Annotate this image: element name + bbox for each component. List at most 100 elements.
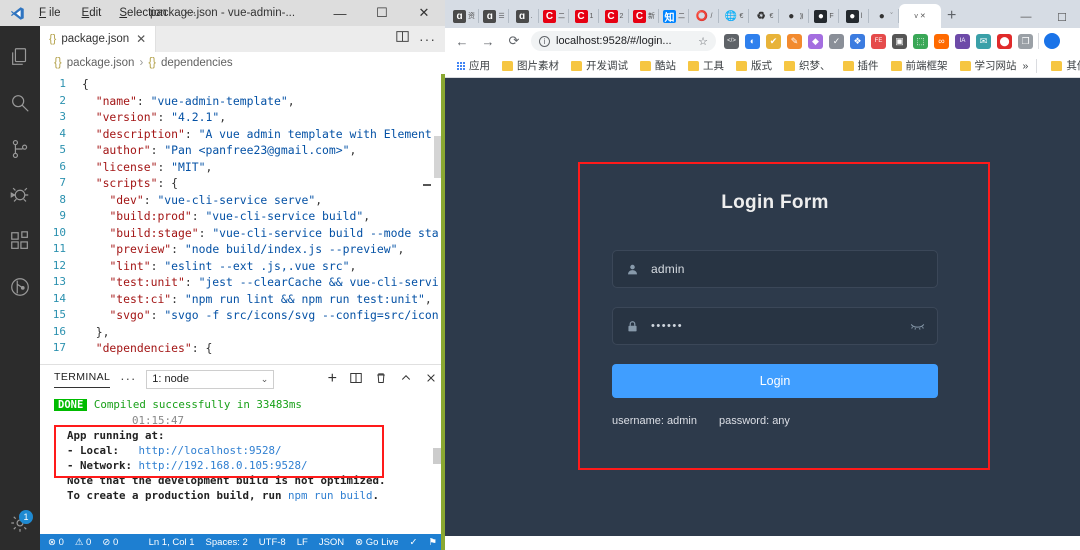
status-bell-icon[interactable]: ⚑ [428, 537, 437, 548]
breadcrumb-symbol[interactable]: dependencies [161, 57, 233, 69]
folder-bookmark[interactable]: 前端框架 [885, 58, 954, 73]
terminal-network-url[interactable]: http://192.168.0.105:9528/ [139, 459, 308, 472]
folder-bookmark[interactable]: 织梦、 [778, 58, 837, 73]
purple-extension-icon[interactable]: ◆ [808, 33, 823, 49]
folder-bookmark[interactable]: 插件 [837, 58, 885, 73]
breadcrumb-file[interactable]: package.json [67, 57, 135, 69]
maximize-panel-icon[interactable] [400, 372, 412, 387]
browser-tab[interactable]: ⭕ / [689, 4, 719, 28]
browser-tab[interactable]: 知二 [659, 4, 689, 28]
browser-tab[interactable]: C1 [569, 4, 599, 28]
editor-tab-package-json[interactable]: {} package.json ✕ [40, 26, 157, 52]
ia-extension-icon[interactable]: IA [955, 33, 970, 49]
browser-tab[interactable]: ɑ ☰ [479, 4, 509, 28]
code-editor[interactable]: 1{2 "name": "vue-admin-template", 3 "vers… [40, 74, 445, 364]
browser-tab[interactable]: ● l [839, 4, 869, 28]
other-bookmarks[interactable]: 其他 [1045, 58, 1080, 73]
browser-tab[interactable]: C二 [539, 4, 569, 28]
folder-bookmark[interactable]: 开发调试 [565, 58, 634, 73]
check-extension-icon[interactable]: ✓ [829, 33, 844, 49]
status-line-col[interactable]: Ln 1, Col 1 [149, 537, 195, 548]
status-warnings[interactable]: ⚠ 0 [75, 537, 91, 548]
orange-extension-icon[interactable]: ∞ [934, 33, 949, 49]
status-encoding[interactable]: UTF-8 [259, 537, 286, 548]
back-button[interactable]: ← [449, 29, 475, 53]
menu-selection[interactable]: Selection [116, 5, 169, 21]
maximize-button[interactable]: ☐ [361, 0, 403, 26]
terminal-output[interactable]: DONE Compiled successfully in 33483ms 01… [40, 393, 445, 534]
close-button[interactable]: ✕ [403, 0, 445, 26]
folder-bookmark[interactable]: 学习网站 [954, 58, 1023, 73]
terminal-selector[interactable]: 1: node ⌄ [146, 369, 275, 389]
menu-more[interactable]: ··· [182, 5, 200, 21]
checkmark-extension-icon[interactable]: ✔ [766, 33, 781, 49]
login-button[interactable]: Login [612, 364, 938, 398]
editor-more-actions-icon[interactable]: ··· [419, 32, 436, 46]
split-terminal-icon[interactable] [350, 372, 362, 387]
reload-button[interactable]: ⟳ [501, 29, 527, 53]
status-language[interactable]: JSON [319, 537, 344, 548]
folder-bookmark[interactable]: 工具 [682, 58, 730, 73]
apps-bookmark[interactable]: 应用 [451, 58, 496, 73]
green-extension-icon[interactable]: ⬚ [913, 33, 928, 49]
status-eol[interactable]: LF [297, 537, 308, 548]
menu-file[interactable]: File [36, 5, 67, 21]
eye-closed-icon[interactable] [910, 321, 925, 331]
globe-extension-icon[interactable]: ◐ [745, 33, 760, 49]
status-check[interactable]: ✓ [410, 537, 418, 548]
menu-edit[interactable]: Edit [79, 5, 105, 21]
close-icon[interactable]: ✕ [136, 32, 146, 46]
address-bar[interactable]: i localhost:9528/#/login... ☆ [531, 31, 716, 51]
devtools-extension-icon[interactable]: </> [724, 33, 739, 49]
teal-extension-icon[interactable]: ✉ [976, 33, 991, 49]
camera-extension-icon[interactable]: ▣ [892, 33, 907, 49]
browser-tab[interactable]: ● ⸩ [779, 4, 809, 28]
search-icon[interactable] [0, 80, 40, 126]
forward-button[interactable]: → [475, 29, 501, 53]
password-field[interactable]: •••••• [612, 307, 938, 345]
tab-terminal[interactable]: TERMINAL [54, 371, 111, 388]
source-control-icon[interactable] [0, 126, 40, 172]
status-info[interactable]: ⊘ 0 [102, 537, 118, 548]
extensions-icon[interactable] [0, 218, 40, 264]
site-info-icon[interactable]: i [539, 35, 550, 47]
new-tab-button[interactable]: + [947, 7, 956, 25]
folder-bookmark[interactable]: 酷站 [634, 58, 682, 73]
browser-window-controls[interactable]: — ☐ [1008, 6, 1080, 28]
explorer-icon[interactable] [0, 34, 40, 80]
browser-tab[interactable]: C新 [629, 4, 659, 28]
new-terminal-icon[interactable]: + [328, 371, 337, 387]
bookmark-star-icon[interactable]: ☆ [698, 35, 708, 48]
minimize-button[interactable]: — [1008, 6, 1044, 28]
maximize-button[interactable]: ☐ [1044, 6, 1080, 28]
terminal-scroll-thumb[interactable] [433, 448, 441, 464]
redcircle-extension-icon[interactable]: ⬤ [997, 33, 1012, 49]
status-go-live[interactable]: ⊗ Go Live [355, 537, 398, 548]
status-spaces[interactable]: Spaces: 2 [206, 537, 248, 548]
browser-tab[interactable]: C2 [599, 4, 629, 28]
kill-terminal-icon[interactable] [375, 372, 387, 387]
grey-extension-icon[interactable]: ❐ [1018, 33, 1033, 49]
browser-tab[interactable]: ♻ € [749, 4, 779, 28]
vscode-menubar[interactable]: File Edit Selection ··· [34, 5, 199, 21]
split-editor-icon[interactable] [396, 30, 409, 48]
avatar-icon[interactable] [1044, 33, 1060, 49]
run-debug-icon[interactable] [0, 172, 40, 218]
browser-tab-active[interactable]: v ✕ [899, 4, 941, 28]
bookmarks-overflow[interactable]: » 其他 [1023, 58, 1080, 73]
browser-tab[interactable]: 🌐 € [719, 4, 749, 28]
browser-tab[interactable]: ● ˇ [869, 4, 899, 28]
close-icon[interactable]: ✕ [920, 12, 926, 20]
terminal-local-url[interactable]: http://localhost:9528/ [139, 444, 282, 457]
browser-tab[interactable]: ɑ. [509, 4, 539, 28]
minimize-button[interactable]: — [319, 0, 361, 26]
browser-tab[interactable]: ɑ资 [449, 4, 479, 28]
username-field[interactable]: admin [612, 250, 938, 288]
settings-gear-icon[interactable]: 1 [0, 510, 40, 534]
blue-extension-icon[interactable]: ❖ [850, 33, 865, 49]
browser-tab[interactable]: ● F [809, 4, 839, 28]
red-extension-icon[interactable]: FE [871, 33, 886, 49]
bookmarks-overflow-icon[interactable]: » [1023, 60, 1029, 72]
panel-more-icon[interactable]: ··· [120, 372, 136, 385]
remote-explorer-icon[interactable] [0, 264, 40, 310]
